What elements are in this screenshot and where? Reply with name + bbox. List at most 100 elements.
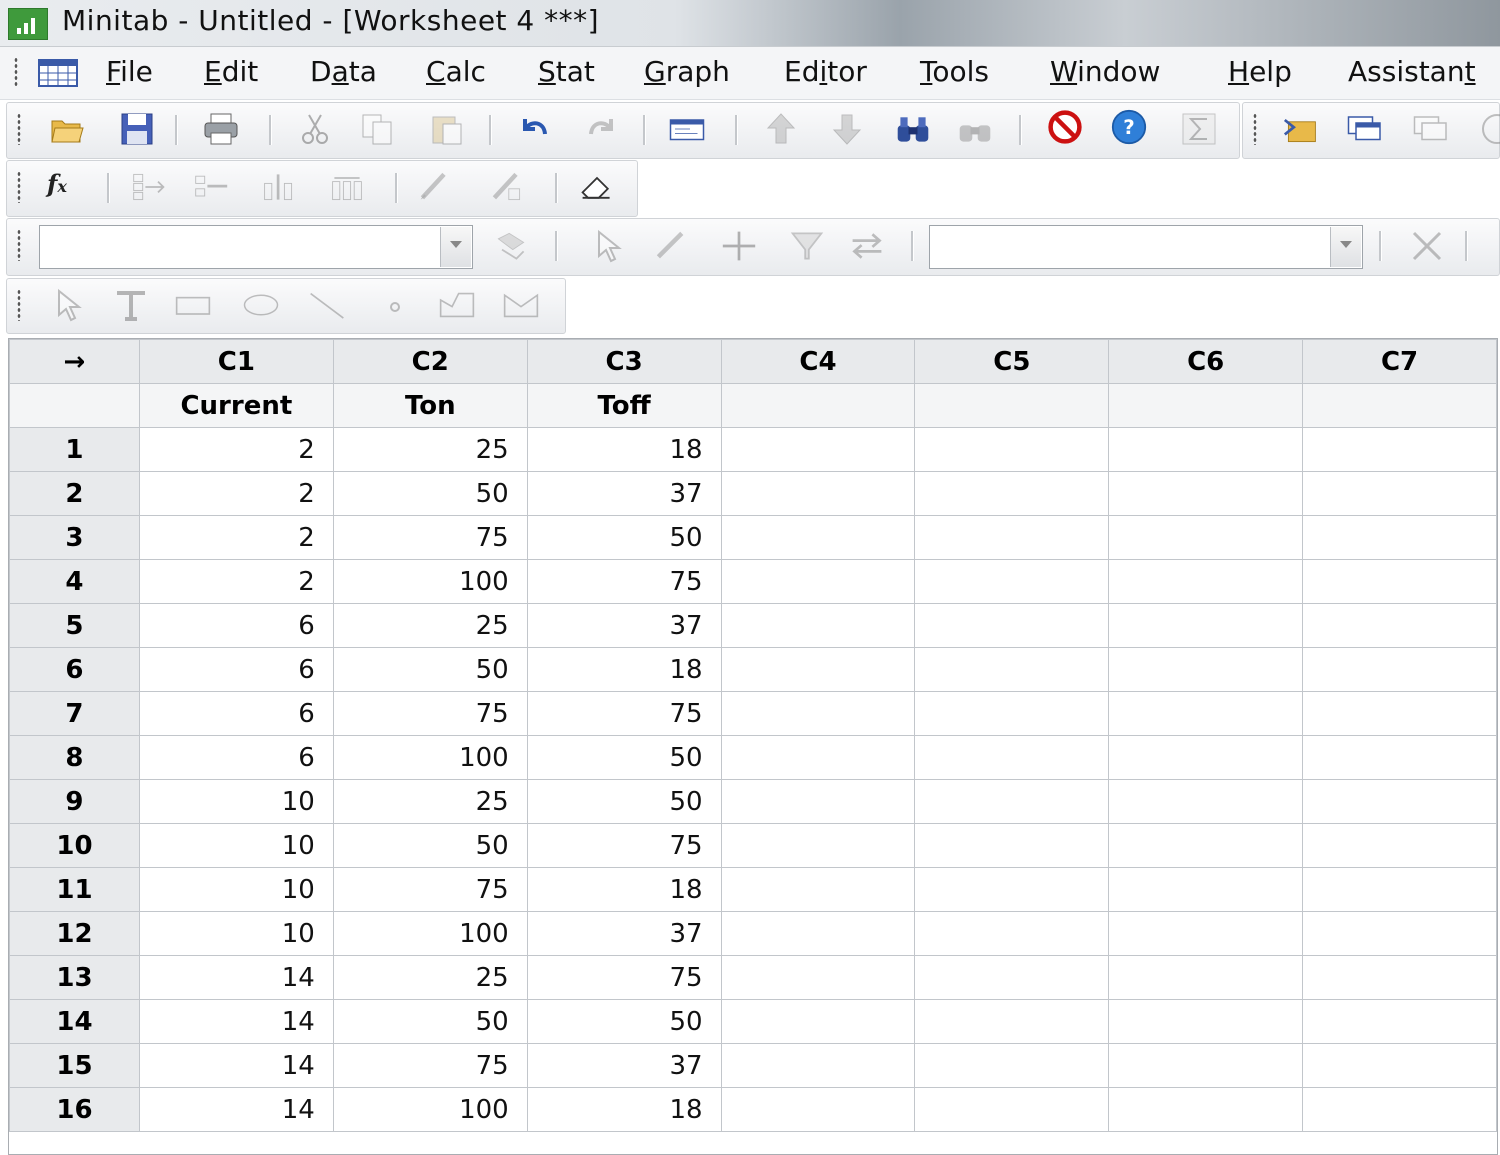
- close-x-icon[interactable]: [1409, 228, 1445, 264]
- column-name-cell[interactable]: [720, 383, 916, 428]
- toolbar-grip[interactable]: [17, 229, 21, 261]
- column-header-c7[interactable]: C7: [1302, 339, 1497, 384]
- ellipse-tool-icon[interactable]: [243, 287, 279, 323]
- menu-item-6[interactable]: Editor: [784, 55, 867, 88]
- insert-cells-icon[interactable]: [131, 169, 167, 205]
- empty-cell[interactable]: [1108, 471, 1304, 516]
- data-cell[interactable]: 100: [332, 911, 528, 956]
- empty-cell[interactable]: [1108, 911, 1304, 956]
- marker-tool-icon[interactable]: [377, 287, 413, 323]
- worksheet-brush-icon[interactable]: [417, 169, 453, 205]
- empty-cell[interactable]: [720, 867, 916, 912]
- column-header-c5[interactable]: C5: [914, 339, 1110, 384]
- move-columns-icon[interactable]: [329, 169, 365, 205]
- column-name-cell[interactable]: [1302, 383, 1497, 428]
- data-cell[interactable]: 10: [138, 911, 334, 956]
- line-tool-icon[interactable]: [309, 287, 345, 323]
- empty-cell[interactable]: [914, 559, 1110, 604]
- empty-cell[interactable]: [914, 911, 1110, 956]
- empty-cell[interactable]: [1302, 867, 1497, 912]
- empty-cell[interactable]: [1108, 559, 1304, 604]
- data-cell[interactable]: 37: [526, 471, 722, 516]
- show-session-folder-icon[interactable]: [1283, 111, 1319, 147]
- data-cell[interactable]: 2: [138, 559, 334, 604]
- more-icon[interactable]: [1479, 111, 1500, 147]
- column-name-cell[interactable]: [914, 383, 1110, 428]
- cut-icon[interactable]: [297, 111, 333, 147]
- empty-cell[interactable]: [1108, 823, 1304, 868]
- open-folder-icon[interactable]: [49, 111, 85, 147]
- data-cell[interactable]: 14: [138, 1087, 334, 1132]
- menu-item-0[interactable]: File: [106, 55, 153, 88]
- empty-cell[interactable]: [914, 427, 1110, 472]
- empty-cell[interactable]: [1302, 471, 1497, 516]
- menu-item-7[interactable]: Tools: [920, 55, 989, 88]
- empty-cell[interactable]: [1302, 1087, 1497, 1132]
- menu-item-10[interactable]: Assistant: [1348, 55, 1476, 88]
- data-cell[interactable]: 50: [332, 999, 528, 1044]
- empty-cell[interactable]: [1108, 867, 1304, 912]
- session-window-icon[interactable]: [669, 111, 705, 147]
- data-cell[interactable]: 14: [138, 955, 334, 1000]
- data-cell[interactable]: 10: [138, 779, 334, 824]
- data-cell[interactable]: 6: [138, 603, 334, 648]
- data-cell[interactable]: 10: [138, 867, 334, 912]
- paste-icon[interactable]: [429, 111, 465, 147]
- column-name-cell[interactable]: Ton: [332, 383, 528, 428]
- data-cell[interactable]: 6: [138, 691, 334, 736]
- dropdown-arrow-icon[interactable]: [440, 227, 471, 267]
- empty-cell[interactable]: [1302, 823, 1497, 868]
- empty-cell[interactable]: [914, 955, 1110, 1000]
- empty-cell[interactable]: [1302, 647, 1497, 692]
- undo-icon[interactable]: [515, 111, 551, 147]
- column-header-c1[interactable]: C1: [138, 339, 334, 384]
- toolbar-grip[interactable]: [17, 289, 21, 321]
- insert-rows-icon[interactable]: [193, 169, 229, 205]
- empty-cell[interactable]: [720, 955, 916, 1000]
- empty-cell[interactable]: [1108, 1043, 1304, 1088]
- copy-icon[interactable]: [359, 111, 395, 147]
- empty-cell[interactable]: [1108, 1087, 1304, 1132]
- row-number[interactable]: 14: [9, 999, 140, 1044]
- column-header-c2[interactable]: C2: [332, 339, 528, 384]
- empty-cell[interactable]: [720, 1087, 916, 1132]
- sigma-icon[interactable]: [1181, 111, 1217, 147]
- menubar-grip[interactable]: [14, 57, 18, 87]
- empty-cell[interactable]: [720, 559, 916, 604]
- save-icon[interactable]: [119, 111, 155, 147]
- empty-cell[interactable]: [720, 911, 916, 956]
- data-cell[interactable]: 25: [332, 955, 528, 1000]
- empty-cell[interactable]: [720, 427, 916, 472]
- empty-cell[interactable]: [914, 779, 1110, 824]
- empty-cell[interactable]: [1302, 1043, 1497, 1088]
- empty-cell[interactable]: [720, 1043, 916, 1088]
- empty-cell[interactable]: [1108, 603, 1304, 648]
- empty-cell[interactable]: [1108, 515, 1304, 560]
- row-number[interactable]: 8: [9, 735, 140, 780]
- data-cell[interactable]: 37: [526, 1043, 722, 1088]
- select-item-dropdown[interactable]: [39, 225, 473, 269]
- data-cell[interactable]: 50: [332, 823, 528, 868]
- empty-cell[interactable]: [1302, 559, 1497, 604]
- toolbar-grip[interactable]: [17, 171, 21, 203]
- menu-item-8[interactable]: Window: [1050, 55, 1160, 88]
- select-arrow-icon[interactable]: [591, 228, 627, 264]
- row-number[interactable]: 11: [9, 867, 140, 912]
- empty-cell[interactable]: [1108, 955, 1304, 1000]
- empty-cell[interactable]: [1302, 603, 1497, 648]
- find-binoculars-icon[interactable]: [895, 111, 931, 147]
- data-cell[interactable]: 75: [332, 1043, 528, 1088]
- row-number[interactable]: 16: [9, 1087, 140, 1132]
- data-cell[interactable]: 50: [526, 999, 722, 1044]
- row-number[interactable]: 4: [9, 559, 140, 604]
- data-cell[interactable]: 18: [526, 867, 722, 912]
- empty-cell[interactable]: [1302, 691, 1497, 736]
- empty-cell[interactable]: [720, 471, 916, 516]
- row-number[interactable]: 3: [9, 515, 140, 560]
- data-cell[interactable]: 2: [138, 515, 334, 560]
- data-cell[interactable]: 14: [138, 999, 334, 1044]
- menu-item-2[interactable]: Data: [310, 55, 377, 88]
- data-cell[interactable]: 50: [526, 779, 722, 824]
- row-number[interactable]: 7: [9, 691, 140, 736]
- row-number[interactable]: 15: [9, 1043, 140, 1088]
